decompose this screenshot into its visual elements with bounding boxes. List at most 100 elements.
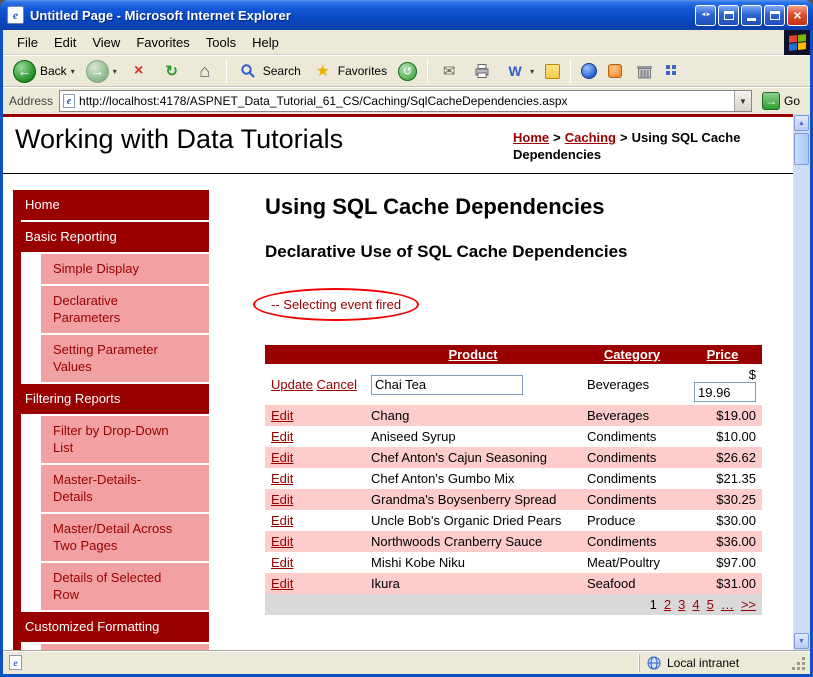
- home-icon: ⌂: [199, 60, 211, 81]
- edit-link[interactable]: Edit: [271, 408, 293, 423]
- sidebar-item-setting-parameter-values[interactable]: Setting Parameter Values: [41, 335, 209, 382]
- quick-launch-button[interactable]: [662, 64, 682, 78]
- pager-page-3-link[interactable]: 3: [678, 597, 685, 612]
- sidebar-item-filter-by-drop-down-list[interactable]: Filter by Drop-Down List: [41, 416, 209, 463]
- forward-button[interactable]: → ▾: [82, 59, 121, 84]
- pager: 1 2 3 4 5 … >>: [265, 594, 762, 615]
- discuss-note-icon: [545, 63, 561, 79]
- edit-with-word-button[interactable]: W ▾: [500, 59, 538, 83]
- price-input[interactable]: [694, 382, 756, 402]
- stop-button[interactable]: ×: [124, 59, 154, 83]
- grid-row: Edit Northwoods Cranberry Sauce Condimen…: [265, 531, 762, 552]
- sidebar-item-home[interactable]: Home: [13, 190, 209, 220]
- sidebar-item-declarative-parameters[interactable]: Declarative Parameters: [41, 286, 209, 333]
- research-icon: [608, 64, 623, 78]
- toolbar-separator: [427, 59, 429, 83]
- menu-help[interactable]: Help: [244, 32, 287, 53]
- menu-tools[interactable]: Tools: [198, 32, 244, 53]
- product-cell: Grandma's Boysenberry Spread: [371, 492, 557, 507]
- sort-product-link[interactable]: Product: [448, 347, 497, 362]
- pager-page-5-link[interactable]: 5: [707, 597, 714, 612]
- products-grid: Product Category Price Update Cancel Bev…: [265, 345, 762, 615]
- search-button[interactable]: Search: [233, 59, 305, 83]
- forward-dropdown-icon[interactable]: ▾: [113, 67, 117, 76]
- refresh-button[interactable]: ↻: [157, 59, 187, 83]
- windows-flag-icon: [784, 30, 810, 55]
- close-button[interactable]: ×: [787, 4, 808, 26]
- price-cell: $31.00: [716, 576, 756, 591]
- edit-link[interactable]: Edit: [271, 471, 293, 486]
- menu-edit[interactable]: Edit: [46, 32, 84, 53]
- scroll-up-button[interactable]: ▲: [794, 115, 809, 131]
- grid-row: Edit Chang Beverages $19.00: [265, 405, 762, 426]
- grid-edit-row: Update Cancel Beverages $: [265, 364, 762, 405]
- pager-ellipsis-link[interactable]: …: [721, 597, 734, 612]
- maximize-button[interactable]: [764, 4, 785, 26]
- status-bar: e Local intranet: [3, 650, 810, 674]
- grid-row: Edit Uncle Bob's Organic Dried Pears Pro…: [265, 510, 762, 531]
- sidebar-item-master-details-details[interactable]: Master-Details-Details: [41, 465, 209, 512]
- sidebar-section-filtering-reports[interactable]: Filtering Reports: [13, 384, 209, 414]
- resize-grip[interactable]: [793, 655, 806, 671]
- history-button[interactable]: ↺: [394, 61, 421, 82]
- messenger-button[interactable]: [577, 62, 601, 80]
- product-cell: Uncle Bob's Organic Dried Pears: [371, 513, 562, 528]
- favorites-label: Favorites: [337, 64, 388, 78]
- breadcrumb-caching-link[interactable]: Caching: [565, 130, 616, 145]
- favorites-button[interactable]: ★ Favorites: [308, 59, 391, 83]
- sidebar-item-details-of-selected-row[interactable]: Details of Selected Row: [41, 563, 209, 610]
- page-title: Using SQL Cache Dependencies: [265, 194, 605, 219]
- sidebar-item-format-colors[interactable]: Format Colors: [41, 644, 209, 650]
- sidebar-item-master-detail-across-two-pages[interactable]: Master/Detail Across Two Pages: [41, 514, 209, 561]
- research-button[interactable]: [604, 63, 626, 79]
- address-dropdown-button[interactable]: ▼: [733, 91, 751, 111]
- scrollbar-thumb[interactable]: [794, 133, 809, 165]
- edit-link[interactable]: Edit: [271, 429, 293, 444]
- price-cell: $36.00: [716, 534, 756, 549]
- sidebar-item-simple-display[interactable]: Simple Display: [41, 254, 209, 284]
- product-cell: Northwoods Cranberry Sauce: [371, 534, 543, 549]
- menu-favorites[interactable]: Favorites: [128, 32, 197, 53]
- product-name-input[interactable]: [371, 374, 523, 395]
- pager-next-link[interactable]: >>: [741, 597, 756, 612]
- menu-bar: File Edit View Favorites Tools Help: [3, 30, 810, 55]
- sidebar-section-basic-reporting[interactable]: Basic Reporting: [13, 222, 209, 252]
- breadcrumb-home-link[interactable]: Home: [513, 130, 549, 145]
- pager-page-2-link[interactable]: 2: [664, 597, 671, 612]
- address-input-box[interactable]: e ▼: [59, 90, 752, 112]
- edit-link[interactable]: Edit: [271, 492, 293, 507]
- edit-link[interactable]: Edit: [271, 513, 293, 528]
- address-input[interactable]: [79, 94, 730, 108]
- go-button[interactable]: → Go: [758, 91, 804, 111]
- vertical-scrollbar[interactable]: ▲ ▼: [793, 114, 810, 650]
- back-dropdown-icon[interactable]: ▾: [71, 67, 75, 76]
- ie-app-icon[interactable]: e: [7, 6, 24, 24]
- window-extra-button-1[interactable]: ◄►: [695, 4, 716, 26]
- menu-file[interactable]: File: [9, 32, 46, 53]
- edit-link[interactable]: Edit: [271, 534, 293, 549]
- update-link[interactable]: Update: [271, 377, 313, 392]
- print-button[interactable]: [467, 59, 497, 83]
- cancel-link[interactable]: Cancel: [317, 377, 357, 392]
- pager-page-4-link[interactable]: 4: [692, 597, 699, 612]
- edit-link[interactable]: Edit: [271, 576, 293, 591]
- sort-category-link[interactable]: Category: [604, 347, 660, 362]
- sites-button[interactable]: [629, 59, 659, 83]
- history-icon: ↺: [398, 61, 418, 81]
- edit-link[interactable]: Edit: [271, 555, 293, 570]
- mail-button[interactable]: ✉: [434, 59, 464, 83]
- minimize-button[interactable]: [741, 4, 762, 26]
- favorites-star-icon: ★: [315, 63, 330, 80]
- sort-price-link[interactable]: Price: [707, 347, 739, 362]
- home-button[interactable]: ⌂: [190, 59, 220, 83]
- go-label: Go: [783, 94, 800, 108]
- scroll-down-button[interactable]: ▼: [794, 633, 809, 649]
- building-icon: [633, 60, 655, 82]
- discuss-button[interactable]: [541, 63, 564, 80]
- window-extra-button-2[interactable]: [718, 4, 739, 26]
- edit-dropdown-icon[interactable]: ▾: [530, 67, 534, 76]
- edit-link[interactable]: Edit: [271, 450, 293, 465]
- back-button[interactable]: ← Back ▾: [9, 59, 79, 84]
- sidebar-section-customized-formatting[interactable]: Customized Formatting: [13, 612, 209, 642]
- menu-view[interactable]: View: [84, 32, 128, 53]
